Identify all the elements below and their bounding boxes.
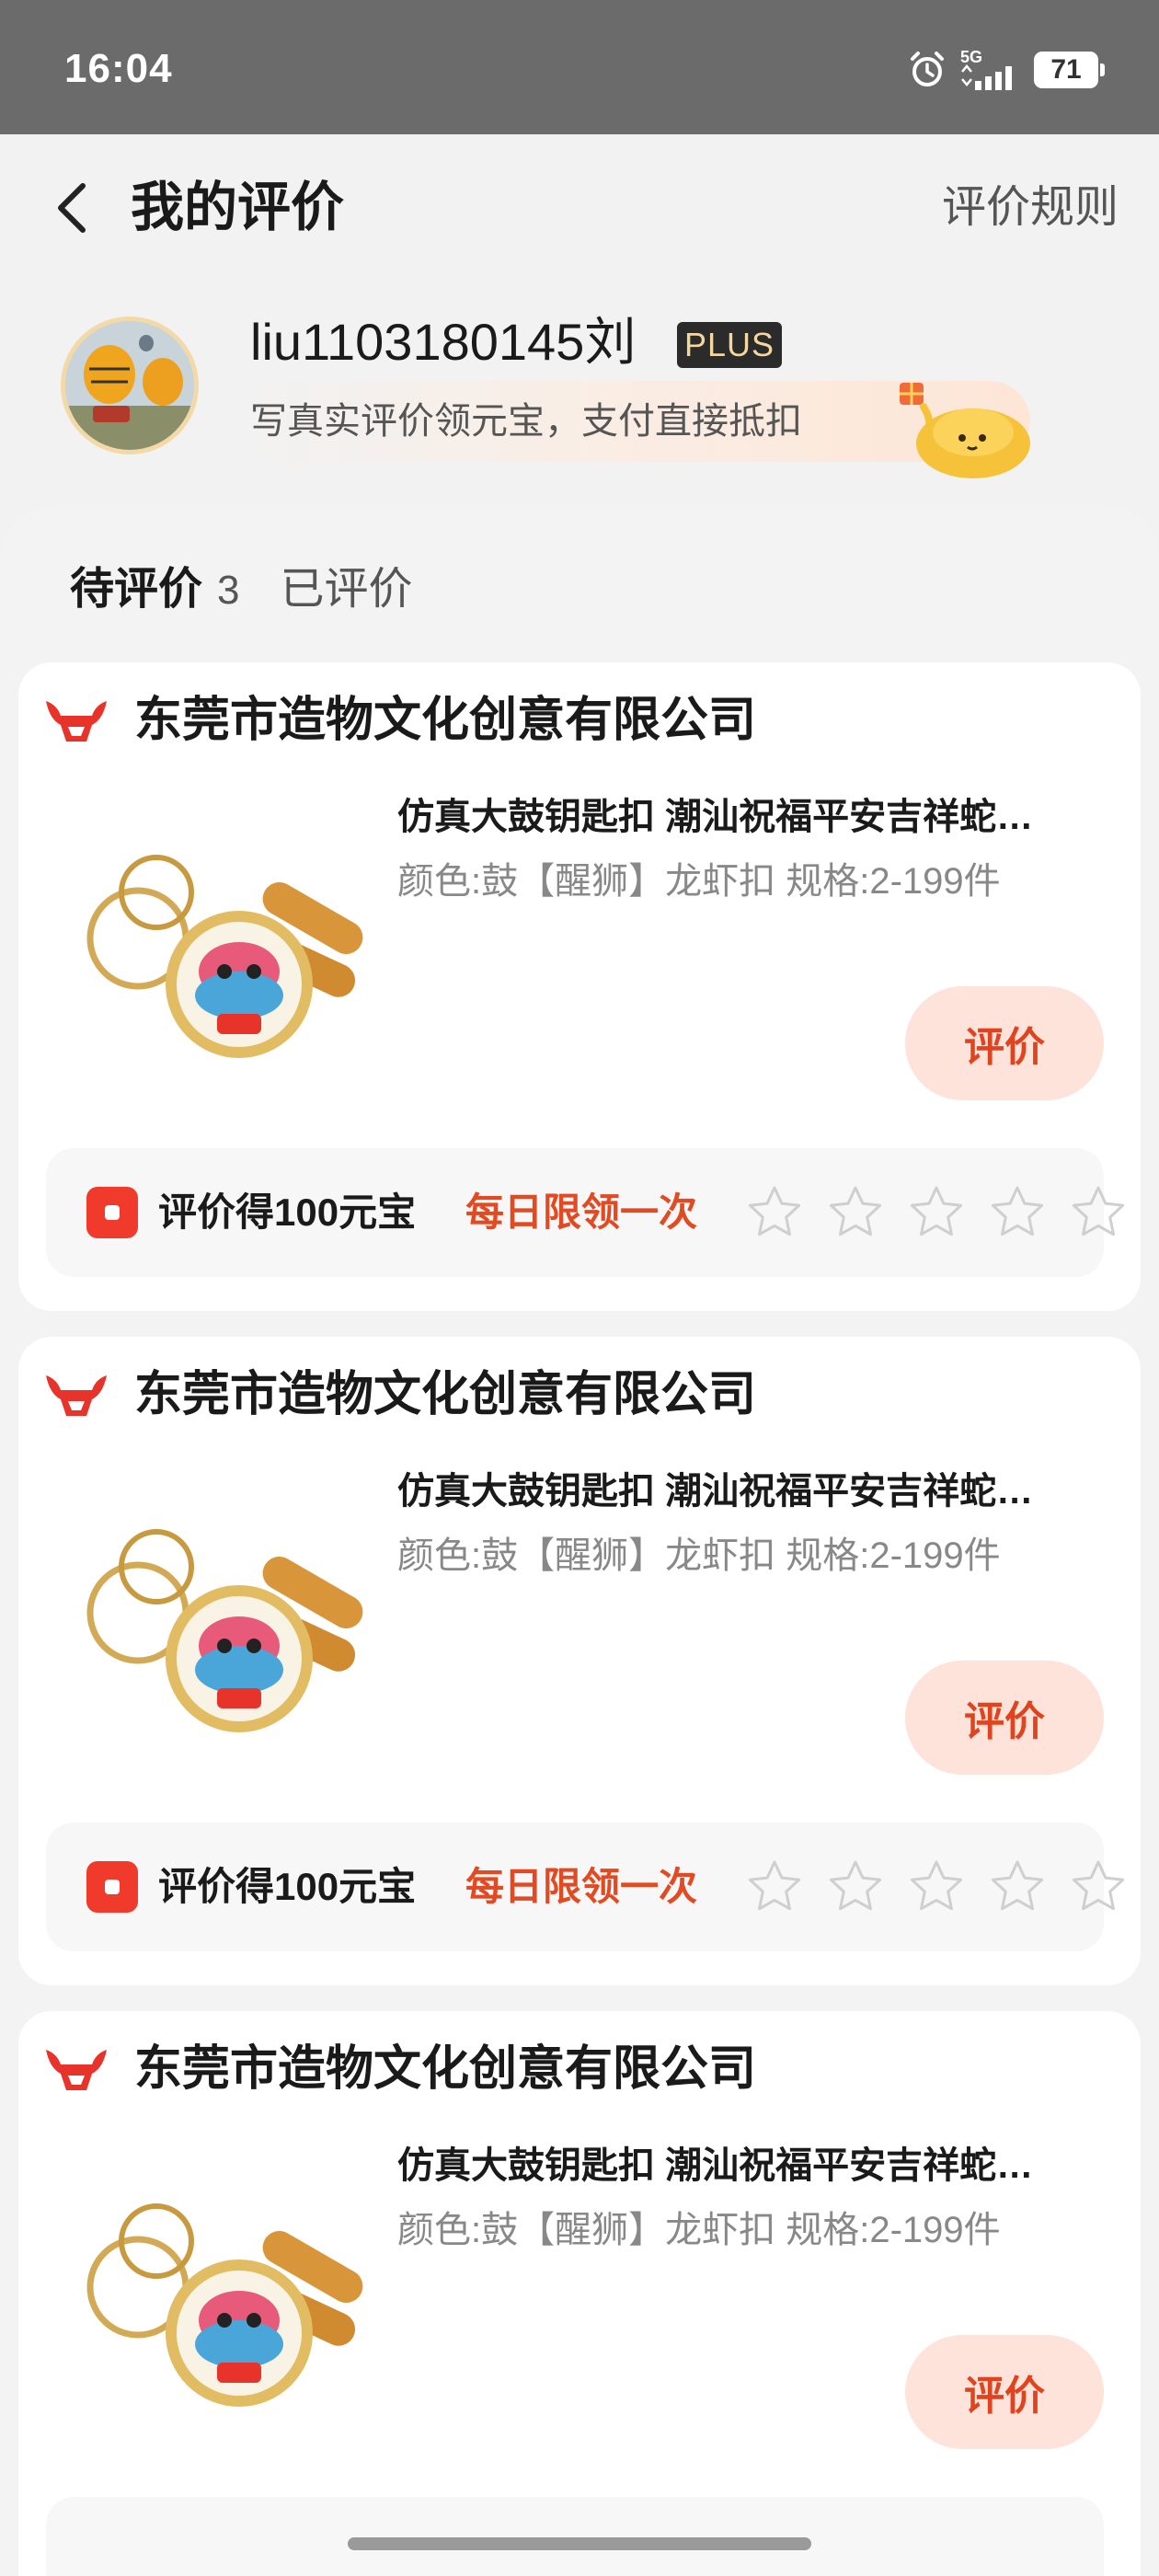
gold-ingot-mascot-icon: [900, 383, 1030, 478]
star-rating: [745, 1857, 1128, 1916]
page-title: 我的评价: [131, 178, 345, 237]
shop-row[interactable]: 东莞市造物文化创意有限公司: [44, 688, 756, 753]
order-card: 东莞市造物文化创意有限公司 仿真大鼓钥匙扣 潮汕祝福平安吉祥蛇… 颜色:鼓【醒狮…: [18, 1337, 1141, 1985]
order-card: 东莞市造物文化创意有限公司 仿真大鼓钥匙扣 潮汕祝福平安吉祥蛇… 颜色:鼓【醒狮…: [18, 2011, 1141, 2576]
reward-row: 评价得100元宝 每日限领一次: [46, 1148, 1125, 1277]
reward-gift-icon: [86, 1861, 138, 1913]
avatar-image: [65, 321, 194, 450]
tab-pending-count: 3: [217, 568, 240, 613]
status-bar: 16:04 5G 71: [0, 0, 1159, 134]
reward-gift-icon: [86, 1187, 138, 1238]
product-image[interactable]: [55, 800, 386, 1076]
star-icon[interactable]: [826, 1857, 885, 1916]
reward-limit-text: 每日限领一次: [465, 1190, 698, 1234]
product-spec: 颜色:鼓【醒狮】龙虾扣 规格:2-199件: [397, 2210, 1001, 2250]
shop-name: 东莞市造物文化创意有限公司: [134, 2042, 757, 2096]
product-title[interactable]: 仿真大鼓钥匙扣 潮汕祝福平安吉祥蛇…: [397, 2138, 1115, 2193]
star-rating: [745, 1183, 1128, 1242]
reward-text: 评价得100元宝: [158, 1865, 417, 1908]
reward-limit-text: 每日限领一次: [465, 1865, 698, 1908]
star-icon[interactable]: [745, 1857, 804, 1916]
product-image[interactable]: [55, 1475, 386, 1751]
review-button[interactable]: 评价: [905, 986, 1104, 1100]
review-rules-link[interactable]: 评价规则: [942, 180, 1119, 236]
status-icons: 5G 71: [907, 48, 1105, 90]
shop-logo-icon: [46, 1375, 107, 1416]
back-arrow-icon[interactable]: [46, 175, 101, 241]
reward-row: 评价得100元宝 每日限领一次: [46, 1823, 1125, 1951]
star-icon[interactable]: [1069, 1183, 1128, 1242]
shop-name: 东莞市造物文化创意有限公司: [134, 694, 757, 747]
product-image[interactable]: [55, 2149, 386, 2425]
star-icon[interactable]: [988, 1857, 1047, 1916]
star-icon[interactable]: [745, 1183, 804, 1242]
order-card: 东莞市造物文化创意有限公司 仿真大鼓钥匙扣 潮汕祝福平安吉祥蛇… 颜色:鼓【醒狮…: [18, 662, 1141, 1311]
avatar[interactable]: [61, 316, 199, 454]
review-button[interactable]: 评价: [905, 1661, 1104, 1775]
promo-text: 写真实评价领元宝，支付直接抵扣: [250, 401, 802, 442]
battery-indicator: 71: [1034, 52, 1105, 88]
signal-icon: [961, 64, 1012, 90]
star-icon[interactable]: [826, 1183, 885, 1242]
star-icon[interactable]: [907, 1183, 966, 1242]
plus-badge: PLUS: [677, 322, 783, 368]
review-button[interactable]: 评价: [905, 2335, 1104, 2449]
review-tabs: 待评价 3 已评价: [70, 552, 413, 616]
tab-reviewed[interactable]: 已评价: [281, 552, 413, 616]
username: liu1103180145刘: [250, 313, 637, 371]
reward-text: 评价得100元宝: [158, 1190, 417, 1234]
star-icon[interactable]: [988, 1183, 1047, 1242]
product-title[interactable]: 仿真大鼓钥匙扣 潮汕祝福平安吉祥蛇…: [397, 789, 1115, 845]
tab-pending-review[interactable]: 待评价: [70, 552, 202, 616]
alarm-icon: [911, 52, 944, 86]
shop-logo-icon: [46, 2050, 107, 2090]
status-time: 16:04: [64, 46, 173, 91]
profile-header: liu1103180145刘 PLUS 写真实评价领元宝，支付直接抵扣: [0, 294, 1159, 478]
home-indicator[interactable]: [348, 2537, 811, 2550]
shop-row[interactable]: 东莞市造物文化创意有限公司: [44, 2037, 756, 2101]
cellular-signal: 5G: [960, 48, 1021, 90]
product-spec: 颜色:鼓【醒狮】龙虾扣 规格:2-199件: [397, 1535, 1001, 1576]
product-title[interactable]: 仿真大鼓钥匙扣 潮汕祝福平安吉祥蛇…: [397, 1464, 1115, 1519]
reward-row: [46, 2497, 1104, 2576]
product-spec: 颜色:鼓【醒狮】龙虾扣 规格:2-199件: [397, 861, 1001, 902]
shop-row[interactable]: 东莞市造物文化创意有限公司: [44, 1363, 756, 1427]
star-icon[interactable]: [907, 1857, 966, 1916]
shop-name: 东莞市造物文化创意有限公司: [134, 1368, 757, 1421]
star-icon[interactable]: [1069, 1857, 1128, 1916]
shop-logo-icon: [46, 701, 107, 742]
nav-bar: 我的评价 评价规则: [0, 134, 1159, 282]
